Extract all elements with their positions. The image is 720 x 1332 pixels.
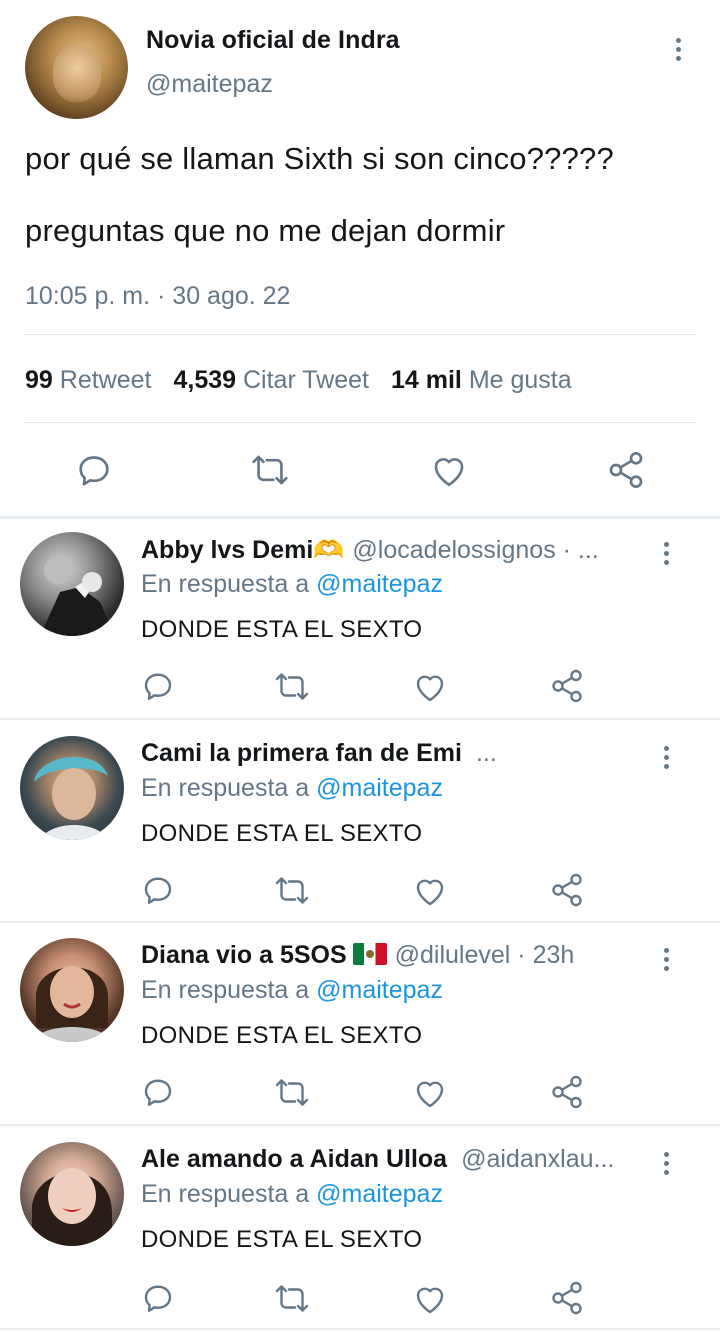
share-icon[interactable] — [549, 668, 585, 704]
retweet-stat[interactable]: 99 Retweet — [25, 366, 151, 394]
in-reply-to: En respuesta a @maitepaz — [141, 976, 443, 1005]
tweet-text-line: preguntas que no me dejan dormir — [25, 213, 506, 248]
retweet-icon[interactable] — [250, 452, 290, 488]
reply-icon[interactable] — [74, 450, 114, 490]
reply-icon[interactable] — [140, 668, 176, 704]
more-options-icon[interactable] — [660, 542, 672, 565]
reply-author[interactable]: Cami la primera fan de Emi... — [141, 739, 497, 768]
divider — [0, 921, 720, 923]
in-reply-to: En respuesta a @maitepaz — [141, 570, 443, 599]
share-icon[interactable] — [606, 450, 646, 490]
hands-emoji: 🫶 — [313, 535, 345, 564]
divider — [0, 1124, 720, 1126]
retweet-label: Retweet — [59, 366, 152, 394]
tweet-text-line: por qué se llaman Sixth si son cinco????… — [25, 141, 614, 176]
share-icon[interactable] — [549, 872, 585, 908]
reply-author-name: Ale amando a Aidan Ulloa — [141, 1145, 448, 1173]
reply-text: DONDE ESTA EL SEXTO — [141, 1226, 423, 1253]
retweet-icon[interactable] — [274, 1282, 310, 1315]
reply-author[interactable]: Diana vio a 5SOS @dilulevel · 23h — [141, 941, 574, 970]
reply-text: DONDE ESTA EL SEXTO — [141, 1022, 423, 1049]
avatar[interactable] — [25, 16, 128, 119]
divider — [0, 516, 720, 519]
mexico-flag-icon — [352, 943, 387, 965]
share-icon[interactable] — [549, 1280, 585, 1316]
reply-text: DONDE ESTA EL SEXTO — [141, 820, 423, 847]
divider — [0, 718, 720, 720]
more-options-icon[interactable] — [672, 38, 684, 61]
in-reply-label: En respuesta a — [141, 1180, 310, 1208]
mention-link[interactable]: @maitepaz — [316, 976, 443, 1004]
quote-count: 4,539 — [173, 366, 237, 394]
reply-author[interactable]: Ale amando a Aidan Ulloa @aidanxlau... — [141, 1145, 614, 1174]
avatar[interactable] — [20, 938, 124, 1042]
divider — [25, 422, 696, 423]
author-handle[interactable]: @maitepaz — [146, 70, 273, 99]
share-icon[interactable] — [549, 1074, 585, 1110]
divider — [0, 1328, 720, 1330]
more-options-icon[interactable] — [660, 948, 672, 971]
reply-author-name: Abby lvs Demi — [141, 536, 314, 564]
reply-tweet[interactable]: Diana vio a 5SOS @dilulevel · 23h En resp… — [0, 926, 720, 1126]
retweet-count: 99 — [25, 366, 53, 394]
reply-author-name: Diana vio a 5SOS — [141, 941, 347, 969]
more-options-icon[interactable] — [660, 1152, 672, 1175]
avatar[interactable] — [20, 532, 124, 636]
author-name[interactable]: Novia oficial de Indra — [146, 26, 400, 55]
tweet-timestamp[interactable]: 10:05 p. m. · 30 ago. 22 — [25, 282, 290, 311]
more-options-icon[interactable] — [660, 746, 672, 769]
retweet-icon[interactable] — [274, 1076, 310, 1109]
like-icon[interactable] — [412, 1282, 448, 1315]
like-count: 14 mil — [390, 366, 462, 394]
reply-tweet[interactable]: Abby lvs Demi🫶 @locadelossignos · ... En … — [0, 520, 720, 720]
reply-author[interactable]: Abby lvs Demi🫶 @locadelossignos · ... — [141, 535, 599, 565]
retweet-icon[interactable] — [274, 874, 310, 907]
like-icon[interactable] — [412, 1076, 448, 1109]
in-reply-label: En respuesta a — [141, 976, 310, 1004]
reply-icon[interactable] — [140, 872, 176, 908]
in-reply-to: En respuesta a @maitepaz — [141, 774, 443, 803]
reply-author-handle: ... — [475, 739, 497, 767]
reply-author-handle: @dilulevel · 23h — [394, 941, 575, 969]
reply-author-name: Cami la primera fan de Emi — [141, 739, 462, 767]
quote-label: Citar Tweet — [243, 366, 369, 394]
reply-author-handle: @aidanxlau... — [461, 1145, 615, 1173]
in-reply-label: En respuesta a — [141, 570, 310, 598]
retweet-icon[interactable] — [274, 670, 310, 703]
like-icon[interactable] — [412, 874, 448, 907]
like-stat[interactable]: 14 mil Me gusta — [391, 366, 572, 394]
reply-icon[interactable] — [140, 1074, 176, 1110]
main-tweet: Novia oficial de Indra @maitepaz por qué… — [0, 0, 720, 520]
like-label: Me gusta — [468, 366, 572, 394]
divider — [25, 334, 696, 335]
tweet-stats: 99 Retweet 4,539 Citar Tweet 14 mil Me gus… — [25, 366, 572, 395]
reply-icon[interactable] — [140, 1280, 176, 1316]
reply-tweet[interactable]: Cami la primera fan de Emi... En respues… — [0, 724, 720, 924]
in-reply-label: En respuesta a — [141, 774, 310, 802]
mention-link[interactable]: @maitepaz — [316, 774, 443, 802]
like-icon[interactable] — [429, 452, 469, 488]
mention-link[interactable]: @maitepaz — [316, 1180, 443, 1208]
mention-link[interactable]: @maitepaz — [316, 570, 443, 598]
avatar[interactable] — [20, 736, 124, 840]
reply-author-handle: @locadelossignos · ... — [352, 536, 599, 564]
reply-tweet[interactable]: Ale amando a Aidan Ulloa @aidanxlau... En… — [0, 1130, 720, 1330]
in-reply-to: En respuesta a @maitepaz — [141, 1180, 443, 1209]
quote-stat[interactable]: 4,539 Citar Tweet — [173, 366, 369, 394]
like-icon[interactable] — [412, 670, 448, 703]
reply-text: DONDE ESTA EL SEXTO — [141, 616, 423, 643]
avatar[interactable] — [20, 1142, 124, 1246]
